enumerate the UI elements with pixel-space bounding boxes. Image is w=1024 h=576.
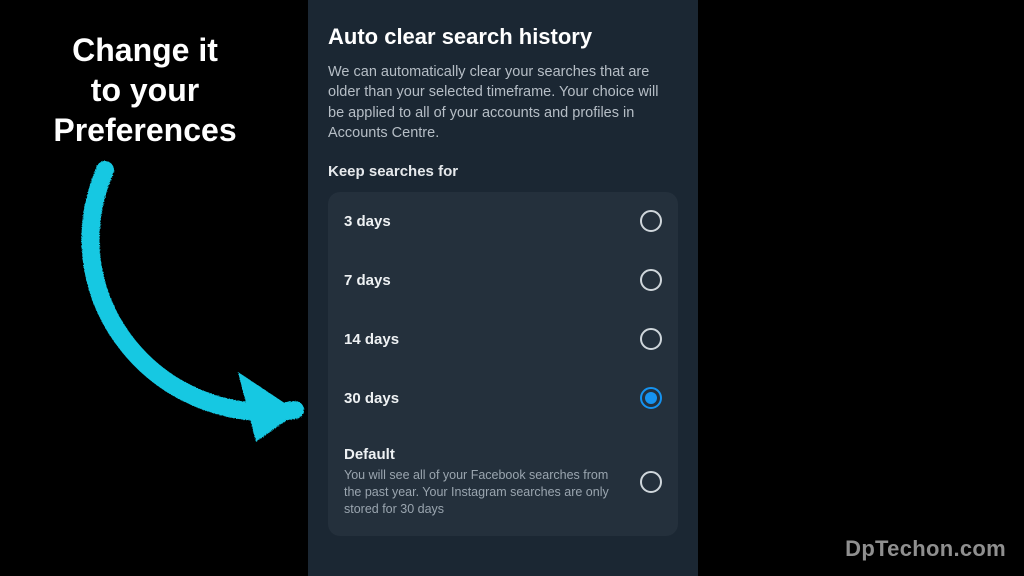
option-sublabel: You will see all of your Facebook search…: [344, 467, 614, 518]
option-default[interactable]: Default You will see all of your Faceboo…: [328, 427, 678, 536]
options-list: 3 days 7 days 14 days 30 days Default Yo…: [328, 192, 678, 536]
annotation-text: Change it to your Preferences: [30, 30, 260, 150]
option-label: Default: [344, 446, 614, 463]
option-label: 3 days: [344, 213, 391, 230]
option-7-days[interactable]: 7 days: [328, 250, 678, 309]
watermark: DpTechon.com: [845, 536, 1006, 562]
option-3-days[interactable]: 3 days: [328, 192, 678, 250]
option-label: 7 days: [344, 272, 391, 289]
radio-icon[interactable]: [640, 328, 662, 350]
option-30-days[interactable]: 30 days: [328, 368, 678, 427]
annotation-line: Preferences: [30, 110, 260, 150]
option-14-days[interactable]: 14 days: [328, 309, 678, 368]
annotation-line: Change it: [30, 30, 260, 70]
radio-icon[interactable]: [640, 387, 662, 409]
page-title: Auto clear search history: [328, 24, 678, 50]
radio-icon[interactable]: [640, 269, 662, 291]
option-label: 30 days: [344, 390, 399, 407]
annotation-line: to your: [30, 70, 260, 110]
settings-panel: Auto clear search history We can automat…: [308, 0, 698, 576]
option-label: 14 days: [344, 331, 399, 348]
radio-icon[interactable]: [640, 471, 662, 493]
radio-icon[interactable]: [640, 210, 662, 232]
arrow-icon: [60, 150, 340, 470]
page-description: We can automatically clear your searches…: [328, 62, 678, 143]
section-label: Keep searches for: [328, 163, 678, 180]
